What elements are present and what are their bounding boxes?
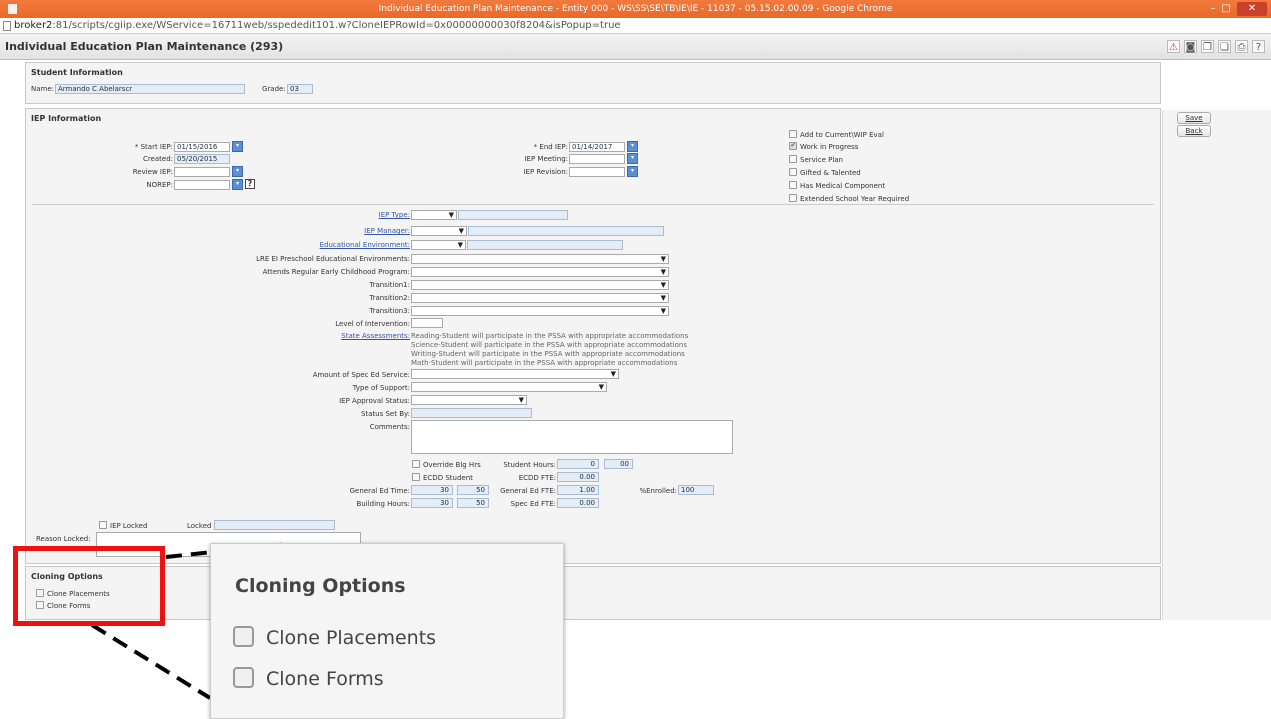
callout-connector bbox=[90, 542, 289, 700]
zoom-clone-forms-label: Clone Forms bbox=[266, 668, 384, 690]
highlight-box bbox=[13, 546, 165, 626]
zoom-cloning-options-title: Cloning Options bbox=[235, 575, 406, 597]
cloning-options-zoom-callout: Cloning Options Clone Placements Clone F… bbox=[210, 543, 564, 719]
zoom-clone-forms-checkbox[interactable] bbox=[233, 667, 254, 688]
zoom-clone-placements-label: Clone Placements bbox=[266, 627, 437, 649]
screen-root: { "window": { "title": "Individual Educa… bbox=[0, 0, 1271, 719]
zoom-clone-placements-checkbox[interactable] bbox=[233, 626, 254, 647]
